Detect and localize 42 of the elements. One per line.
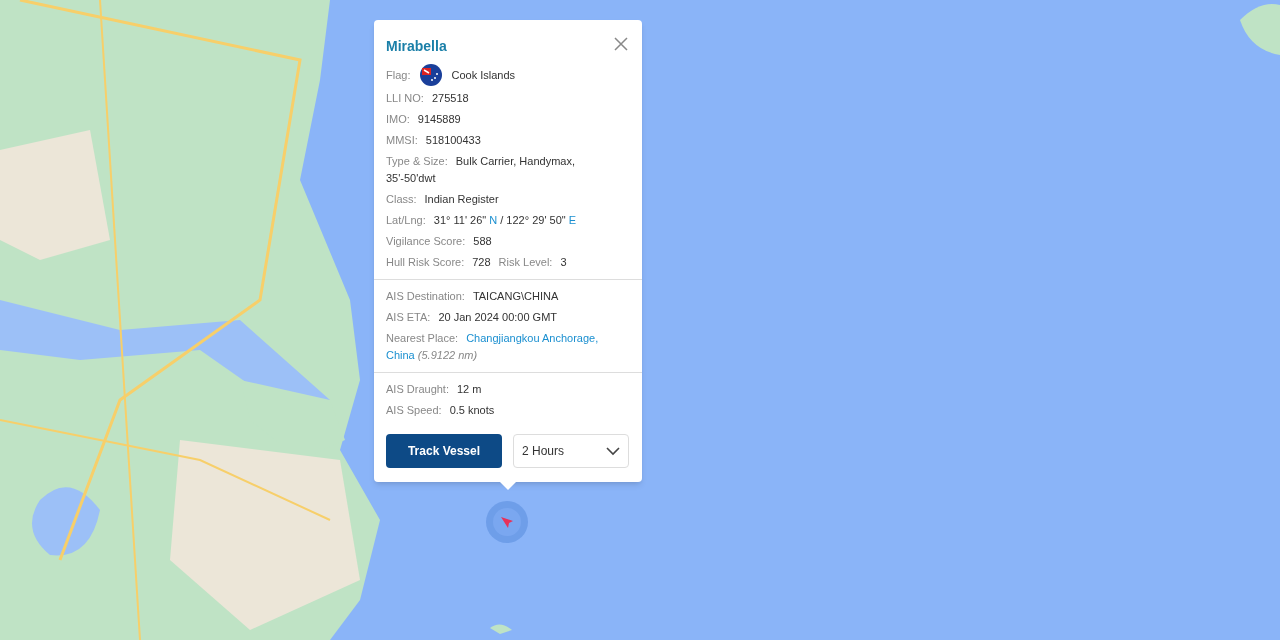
field-value: 275518 [431,92,469,104]
field-value: 12 m [457,383,482,395]
field-value: Indian Register [424,193,499,205]
track-vessel-button[interactable]: Track Vessel [386,434,502,468]
field-label: AIS ETA: [386,311,431,323]
field-label: Lat/Lng: [386,214,426,226]
field-label: MMSI: [386,134,418,146]
field-value: TAICANG\CHINA [472,290,559,302]
place-link[interactable]: China [386,349,415,361]
close-button[interactable] [614,37,628,51]
field-value: 728 [472,256,491,268]
field-value: 518100433 [425,134,481,146]
field-value: 9145889 [417,113,461,125]
place-link[interactable]: Changjiangkou Anchorage, [466,332,599,344]
field-value: 35'-50'dwt [386,172,436,184]
field-label: AIS Draught: [386,383,449,395]
field-value: 588 [473,235,492,247]
vessel-name: Mirabella [386,37,447,56]
field-label: Risk Level: [498,256,553,268]
field-value: Cook Islands [451,67,516,83]
field-label: Hull Risk Score: [386,256,465,268]
field-label: Flag: [386,67,411,83]
field-value: Bulk Carrier, Handymax, [455,155,575,167]
field-value: 3 [560,256,567,268]
field-label: Vigilance Score: [386,235,466,247]
field-label: Class: [386,193,417,205]
distance-note: (5.9122 nm) [417,349,478,361]
field-label: IMO: [386,113,410,125]
period-select[interactable]: 2 Hours [513,434,629,468]
flag-icon [420,64,443,86]
field-label: Nearest Place: [386,332,459,344]
caret-icon [606,446,620,456]
field-value: 0.5 knots [449,404,495,416]
vessel-marker[interactable] [486,501,528,543]
field-label: LLI NO: [386,92,424,104]
field-label: Type & Size: [386,155,448,167]
field-label: AIS Speed: [386,404,442,416]
arrow-icon [500,515,514,529]
close-icon [614,37,628,51]
field-value: 20 Jan 2024 00:00 GMT [438,311,558,323]
coordinates: 31° 11' 26" N / 122° 29' 50" E [433,214,577,226]
field-label: AIS Destination: [386,290,465,302]
